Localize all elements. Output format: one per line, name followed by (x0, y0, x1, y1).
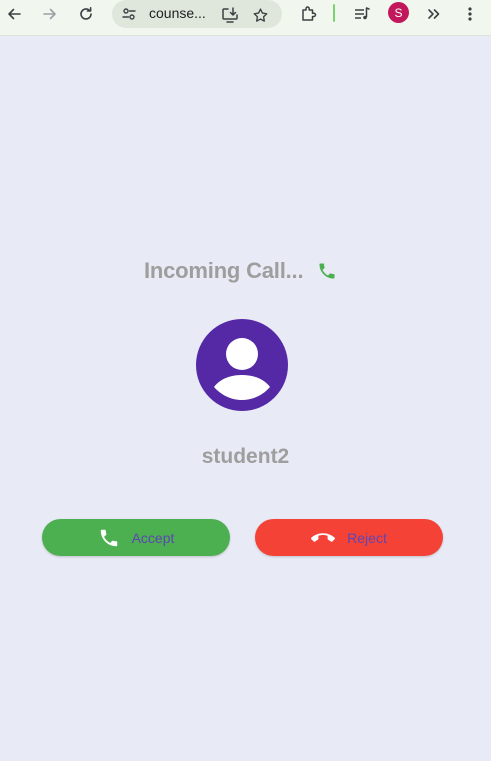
toolbar-divider (333, 4, 335, 22)
arrow-left-icon (8, 8, 21, 20)
call-status-row: Incoming Call... (144, 257, 337, 285)
phone-icon (317, 261, 337, 281)
reload-icon (80, 7, 92, 20)
kebab-menu-icon (468, 7, 472, 21)
reject-call-button[interactable]: Reject (255, 519, 443, 556)
arrow-right-icon (43, 8, 56, 20)
caller-avatar (196, 319, 288, 411)
double-chevron-icon (428, 9, 440, 19)
accept-call-label: Accept (131, 529, 175, 546)
more-tabs-button[interactable] (420, 0, 448, 28)
profile-avatar[interactable]: S (388, 2, 409, 23)
install-app-button[interactable] (216, 1, 244, 29)
address-bar[interactable]: counse... (112, 0, 282, 28)
url-text: counse... (149, 5, 206, 21)
call-end-icon (311, 526, 336, 550)
reload-button[interactable] (72, 0, 100, 28)
call-status-text: Incoming Call... (144, 258, 304, 283)
star-icon (253, 7, 267, 22)
install-app-icon (222, 7, 238, 23)
extensions-button[interactable] (295, 0, 323, 28)
forward-button[interactable] (36, 0, 64, 28)
caller-name: student2 (201, 445, 290, 468)
media-control-button[interactable] (348, 0, 376, 28)
browser-toolbar: counse... S (0, 0, 491, 36)
back-button[interactable] (0, 0, 28, 28)
media-control-icon (355, 7, 370, 20)
phone-icon (98, 527, 120, 549)
browser-menu-button[interactable] (456, 0, 484, 28)
puzzle-icon (302, 6, 317, 21)
accept-call-button[interactable]: Accept (42, 519, 230, 556)
tune-icon (122, 8, 136, 20)
reject-call-label: Reject (347, 529, 387, 546)
site-info-button[interactable] (119, 4, 139, 24)
bookmark-button[interactable] (246, 1, 274, 29)
person-icon (214, 338, 270, 400)
